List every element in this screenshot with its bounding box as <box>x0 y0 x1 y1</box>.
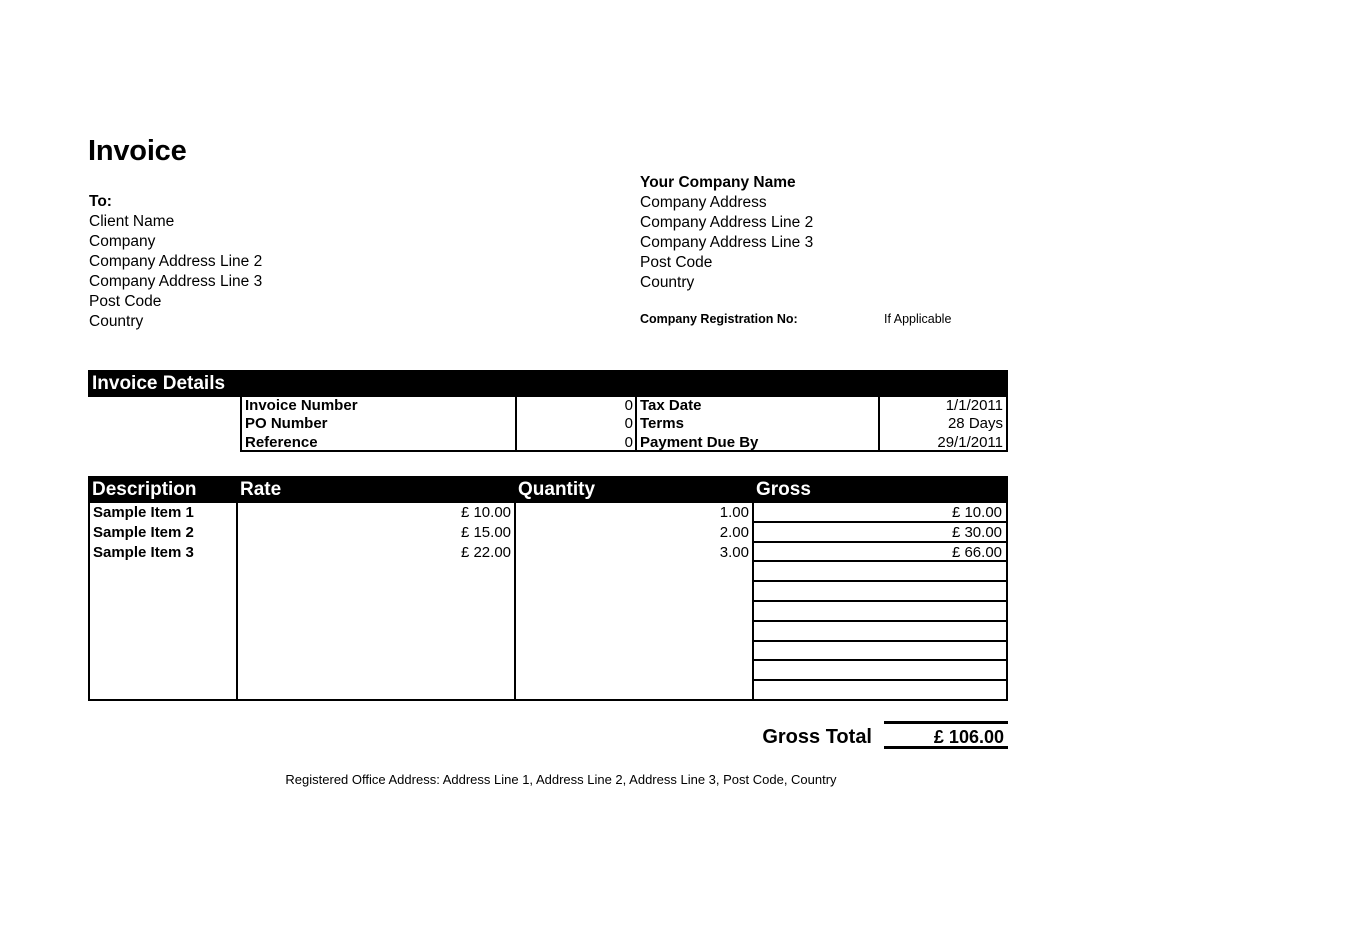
line-item-gross[interactable]: £ 66.00 <box>754 543 1006 563</box>
line-item-description[interactable] <box>90 681 236 701</box>
line-item-rate[interactable] <box>238 562 514 582</box>
invoice-details-row: Reference 0 Payment Due By 29/1/2011 <box>242 433 1006 452</box>
line-item-description[interactable]: Sample Item 2 <box>90 523 236 543</box>
bill-to-block: To: Client Name Company Company Address … <box>89 192 262 332</box>
company-line-0: Company Address <box>640 194 767 211</box>
line-item-quantity[interactable] <box>516 622 752 642</box>
tax-date-value[interactable]: 1/1/2011 <box>880 397 1006 415</box>
line-items-column-description: Sample Item 1 Sample Item 2 Sample Item … <box>88 503 238 701</box>
invoice-details-header: Invoice Details <box>88 370 1008 397</box>
company-block: Your Company Name Company Address Compan… <box>640 173 813 293</box>
bill-to-line-0: Client Name <box>89 213 175 230</box>
line-items-column-rate: £ 10.00 £ 15.00 £ 22.00 <box>236 503 516 701</box>
line-item-quantity[interactable] <box>516 661 752 681</box>
bill-to-line-4: Post Code <box>89 293 162 310</box>
line-items-column-quantity: 1.00 2.00 3.00 <box>514 503 754 701</box>
line-items-column-gross: £ 10.00 £ 30.00 £ 66.00 <box>752 503 1008 701</box>
page-title: Invoice <box>88 135 187 167</box>
company-registration-label: Company Registration No: <box>640 312 798 326</box>
line-item-rate[interactable]: £ 15.00 <box>238 523 514 543</box>
payment-due-by-value[interactable]: 29/1/2011 <box>880 434 1006 452</box>
tax-date-label: Tax Date <box>637 397 880 416</box>
bill-to-line-3: Company Address Line 3 <box>89 273 263 290</box>
line-items-header: Description Rate Quantity Gross <box>88 476 1008 503</box>
line-item-description[interactable] <box>90 642 236 662</box>
column-header-quantity: Quantity <box>518 479 596 500</box>
line-item-rate[interactable] <box>238 622 514 642</box>
line-item-quantity[interactable] <box>516 681 752 701</box>
company-line-4: Country <box>640 274 695 291</box>
line-item-rate[interactable] <box>238 582 514 602</box>
line-item-description[interactable] <box>90 582 236 602</box>
reference-label: Reference <box>242 433 517 452</box>
line-item-gross[interactable] <box>754 642 1006 662</box>
company-registration-row: Company Registration No: If Applicable <box>640 312 1020 326</box>
invoice-number-label: Invoice Number <box>242 397 517 416</box>
line-item-description[interactable] <box>90 602 236 622</box>
column-header-rate: Rate <box>240 479 282 500</box>
line-item-quantity[interactable] <box>516 642 752 662</box>
line-item-quantity[interactable] <box>516 602 752 622</box>
invoice-page: Invoice To: Client Name Company Company … <box>0 0 1346 951</box>
invoice-details-row: PO Number 0 Terms 28 Days <box>242 415 1006 434</box>
line-item-rate[interactable]: £ 10.00 <box>238 503 514 523</box>
line-item-gross[interactable] <box>754 661 1006 682</box>
line-item-quantity[interactable] <box>516 562 752 582</box>
gross-total-box: £ 106.00 <box>884 721 1008 749</box>
invoice-details-title: Invoice Details <box>92 373 226 394</box>
po-number-label: PO Number <box>242 415 517 434</box>
company-line-1: Company Address Line 2 <box>640 214 814 231</box>
line-item-description[interactable]: Sample Item 3 <box>90 543 236 563</box>
invoice-details-table: Invoice Number 0 Tax Date 1/1/2011 PO Nu… <box>240 397 1008 452</box>
payment-due-by-label: Payment Due By <box>637 433 880 452</box>
line-item-rate[interactable] <box>238 681 514 701</box>
invoice-details-row: Invoice Number 0 Tax Date 1/1/2011 <box>242 397 1006 416</box>
line-item-rate[interactable] <box>238 642 514 662</box>
footer-registered-office: Registered Office Address: Address Line … <box>285 772 837 787</box>
line-items-table: Sample Item 1 Sample Item 2 Sample Item … <box>88 503 1008 701</box>
line-item-description[interactable]: Sample Item 1 <box>90 503 236 523</box>
line-item-quantity[interactable] <box>516 582 752 602</box>
line-item-quantity[interactable]: 1.00 <box>516 503 752 523</box>
terms-value[interactable]: 28 Days <box>880 415 1006 433</box>
line-item-quantity[interactable]: 2.00 <box>516 523 752 543</box>
po-number-value[interactable]: 0 <box>517 415 637 434</box>
column-header-gross: Gross <box>756 479 811 500</box>
company-registration-value: If Applicable <box>884 312 952 326</box>
line-item-description[interactable] <box>90 562 236 582</box>
line-item-gross[interactable] <box>754 602 1006 622</box>
line-item-rate[interactable]: £ 22.00 <box>238 543 514 563</box>
gross-total-amount: £ 106.00 <box>933 727 1004 747</box>
line-item-gross[interactable] <box>754 622 1006 642</box>
line-item-gross[interactable]: £ 30.00 <box>754 523 1006 543</box>
bill-to-line-1: Company <box>89 233 156 250</box>
company-line-2: Company Address Line 3 <box>640 234 814 251</box>
line-item-rate[interactable] <box>238 661 514 681</box>
line-item-gross[interactable] <box>754 582 1006 602</box>
bill-to-line-2: Company Address Line 2 <box>89 253 263 270</box>
bill-to-line-5: Country <box>89 313 144 330</box>
line-item-gross[interactable] <box>754 562 1006 583</box>
reference-value[interactable]: 0 <box>517 433 637 452</box>
invoice-number-value[interactable]: 0 <box>517 397 637 416</box>
line-item-gross[interactable] <box>754 681 1006 701</box>
company-name: Your Company Name <box>640 174 796 191</box>
terms-label: Terms <box>637 415 880 434</box>
column-header-description: Description <box>92 479 197 500</box>
company-line-3: Post Code <box>640 254 713 271</box>
line-item-quantity[interactable]: 3.00 <box>516 543 752 563</box>
line-item-description[interactable] <box>90 622 236 642</box>
line-item-rate[interactable] <box>238 602 514 622</box>
line-item-description[interactable] <box>90 661 236 681</box>
line-item-gross[interactable]: £ 10.00 <box>754 503 1006 523</box>
gross-total-label: Gross Total <box>762 726 872 748</box>
bill-to-label: To: <box>89 193 112 210</box>
